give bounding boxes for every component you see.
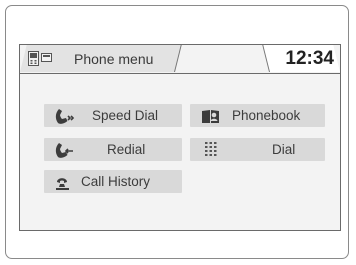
dial-button[interactable]: Dial <box>190 138 325 161</box>
phone-menu-screen: Phone menu 12:34 Speed Dial Phonebook Re… <box>19 44 341 231</box>
title-bar: Phone menu 12:34 <box>20 45 340 74</box>
call-history-button[interactable]: Call History <box>44 170 182 193</box>
dial-label: Dial <box>272 142 296 157</box>
speed-dial-label: Speed Dial <box>92 108 159 123</box>
call-history-icon <box>56 178 69 190</box>
redial-handset-icon <box>55 143 73 158</box>
phonebook-icon <box>202 110 219 123</box>
call-history-label: Call History <box>81 174 151 189</box>
redial-button[interactable]: Redial <box>44 138 182 161</box>
title-tab: Phone menu <box>20 45 182 73</box>
redial-label: Redial <box>107 142 146 157</box>
phone-status-icon <box>28 51 52 66</box>
phonebook-label: Phonebook <box>232 108 301 123</box>
page-title: Phone menu <box>74 51 154 67</box>
clock-tab: 12:34 <box>262 45 340 73</box>
phonebook-button[interactable]: Phonebook <box>190 104 325 127</box>
clock-display: 12:34 <box>285 48 334 69</box>
speed-dial-handset-icon <box>55 109 75 124</box>
dialpad-icon <box>205 142 217 156</box>
speed-dial-button[interactable]: Speed Dial <box>44 104 182 127</box>
